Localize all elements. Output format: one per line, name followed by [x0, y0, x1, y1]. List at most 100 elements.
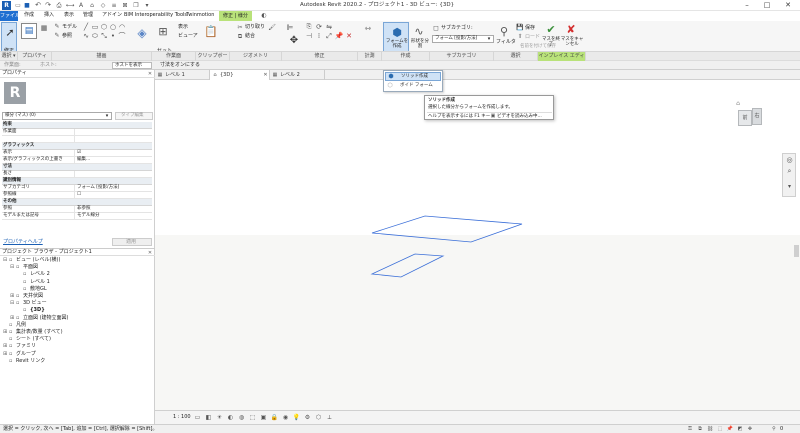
- save-icon[interactable]: ■: [23, 1, 31, 10]
- pin-icon[interactable]: 📌: [335, 32, 344, 40]
- cancel-mass-icon[interactable]: ✘: [565, 23, 577, 35]
- join-geometry-icon[interactable]: ⧉: [236, 33, 244, 41]
- tab-create[interactable]: 作成: [24, 13, 34, 18]
- nav-menu-icon[interactable]: ▾: [785, 182, 794, 191]
- browser-item[interactable]: ▫ 敷地GL: [17, 286, 47, 293]
- property-value[interactable]: フォーム [投影/方法]: [77, 185, 119, 191]
- move-icon[interactable]: ✥: [288, 35, 300, 47]
- type-selector[interactable]: 様分 (マス) (0) ▾: [2, 112, 112, 120]
- sketch-rectangle-lower[interactable]: [370, 253, 445, 278]
- tab-bim-interop[interactable]: BIM Interoperability Tools: [124, 13, 187, 18]
- property-group-header[interactable]: グラフィックス: [2, 143, 152, 150]
- apply-button[interactable]: 適用: [112, 238, 152, 246]
- browser-item[interactable]: ▫ Revit リンク: [3, 358, 45, 365]
- solid-form-item[interactable]: ⬢ ソリッド作成: [385, 72, 441, 81]
- void-form-item[interactable]: ⬡ ボイド フォーム: [385, 82, 441, 91]
- measure-tool-icon[interactable]: ⇿: [363, 24, 373, 34]
- arc-tool-icon[interactable]: ◠: [118, 23, 126, 31]
- switch-windows-icon[interactable]: ❐: [132, 1, 140, 10]
- crop-view-icon[interactable]: ⬚: [248, 413, 257, 422]
- filter-status-icon[interactable]: ⚲: [770, 425, 778, 433]
- align-icon[interactable]: ⊫: [285, 23, 295, 33]
- select-by-face-icon[interactable]: ◩: [736, 425, 744, 433]
- tab-addins[interactable]: アドイン: [102, 13, 122, 18]
- browser-item[interactable]: ▫ レベル 2: [17, 271, 50, 278]
- dims-toggle-label[interactable]: 寸法をオンにする: [160, 63, 200, 68]
- delete-icon[interactable]: ✕: [345, 32, 353, 40]
- sketch-rectangle-upper[interactable]: [371, 215, 523, 243]
- show-host-button[interactable]: ホストを表示: [112, 62, 152, 69]
- text-icon[interactable]: A: [77, 1, 85, 10]
- maximize-icon[interactable]: □: [758, 0, 776, 10]
- scale-icon[interactable]: ⤢: [325, 32, 333, 40]
- browser-item[interactable]: ▫ {3D}: [17, 307, 45, 314]
- rotate-icon[interactable]: ⟳: [315, 23, 323, 31]
- design-options-icon[interactable]: ⧉: [696, 425, 704, 433]
- measure-icon[interactable]: ⟷: [66, 1, 75, 10]
- open-icon[interactable]: ▭: [14, 1, 22, 10]
- browser-item[interactable]: ⊟ ▫ 3D ビュー: [10, 300, 47, 307]
- cut-geometry-icon[interactable]: ✂: [236, 24, 244, 32]
- minimize-icon[interactable]: –: [738, 0, 756, 10]
- type-properties-icon[interactable]: ▦: [40, 24, 48, 32]
- browser-item[interactable]: ▫ レベル 1: [17, 279, 50, 286]
- workplane-set-big-icon[interactable]: ⊞: [156, 24, 170, 38]
- zoom-icon[interactable]: ⌕: [785, 167, 794, 176]
- property-group-header[interactable]: 拘束: [2, 122, 152, 129]
- shadows-icon[interactable]: ◐: [226, 413, 235, 422]
- tab-modify-context[interactable]: 修正 | 様分: [219, 11, 252, 21]
- copy-icon[interactable]: ⎘: [305, 23, 313, 31]
- visual-style-icon[interactable]: ◧: [204, 413, 213, 422]
- thin-lines-icon[interactable]: ≡: [110, 1, 118, 10]
- workplane-viewer-label[interactable]: ビューア: [178, 34, 198, 39]
- close-browser-icon[interactable]: ✕: [146, 249, 154, 257]
- properties-icon[interactable]: ▤: [21, 23, 37, 39]
- workplane-set-icon[interactable]: ◈: [134, 25, 150, 41]
- trim-icon[interactable]: ⊣: [305, 32, 313, 40]
- workplane-show-label[interactable]: 表示: [178, 25, 188, 30]
- view-tab-level2[interactable]: ▦ レベル 2: [270, 70, 325, 80]
- viewcube-home-icon[interactable]: ⌂: [734, 100, 742, 108]
- viewcube-right[interactable]: 右: [752, 108, 762, 125]
- redo-icon[interactable]: ↷: [44, 1, 52, 10]
- property-group-header[interactable]: 識別情報: [2, 178, 152, 185]
- spline-tool-icon[interactable]: ∿: [82, 32, 90, 40]
- pick-line-icon[interactable]: ⤡: [100, 32, 108, 40]
- viewcube-front[interactable]: 前: [738, 110, 752, 126]
- browser-item[interactable]: ⊞ ▫ グループ: [3, 351, 36, 358]
- polygon-tool-icon[interactable]: ⬡: [100, 23, 108, 31]
- customize-qat-icon[interactable]: ▾: [143, 1, 151, 10]
- tab-manage[interactable]: 管理: [83, 13, 93, 18]
- tab-insert[interactable]: 挿入: [44, 13, 54, 18]
- divide-icon[interactable]: ∿: [412, 24, 426, 38]
- browser-item[interactable]: ⊞ ▫ 天井伏図: [10, 293, 43, 300]
- array-icon[interactable]: ⁞: [315, 32, 323, 40]
- edit-type-button[interactable]: タイプ編集: [115, 112, 153, 120]
- view-scale[interactable]: 1 : 100: [173, 415, 191, 420]
- browser-item[interactable]: ⊟ ▫ ビュー (レベル(横)): [3, 257, 60, 264]
- property-value[interactable]: モデル線分: [77, 213, 100, 219]
- paste-icon[interactable]: 📋: [204, 23, 218, 39]
- browser-item[interactable]: ⊞ ▫ 立面図 (建物立面図): [10, 315, 69, 322]
- drag-elements-icon[interactable]: ✥: [746, 425, 754, 433]
- subcategory-select[interactable]: フォーム [投影/方法] ▾: [432, 35, 494, 43]
- close-hidden-icon[interactable]: ⊠: [121, 1, 129, 10]
- print-icon[interactable]: ⎙: [55, 1, 63, 10]
- show-crop-icon[interactable]: ▣: [259, 413, 268, 422]
- save-selection-icon[interactable]: 💾: [516, 24, 524, 32]
- reference-line-icon[interactable]: ✎: [53, 32, 61, 40]
- property-group-header[interactable]: その他: [2, 199, 152, 206]
- cancel-mass-label[interactable]: マスをキャンセル: [560, 37, 584, 47]
- canvas-scrollbar[interactable]: [794, 245, 799, 257]
- property-value[interactable]: ☑: [77, 150, 81, 156]
- fillet-tool-icon[interactable]: ⌒: [118, 32, 126, 40]
- section-select[interactable]: 選択 ▾: [0, 52, 18, 61]
- 3d-view-icon[interactable]: ⌂: [88, 1, 96, 10]
- join-label[interactable]: 結合: [245, 34, 255, 39]
- temp-props-icon[interactable]: ⚙: [303, 413, 312, 422]
- paint-icon[interactable]: 🖌: [268, 24, 276, 32]
- worksets-icon[interactable]: ⚿: [686, 425, 694, 433]
- ellipse-tool-icon[interactable]: ⬭: [91, 32, 99, 40]
- view-tab-level1[interactable]: ▦ レベル 1: [155, 70, 210, 80]
- view-tab-3d[interactable]: ⌂ {3D} ✕: [210, 70, 270, 80]
